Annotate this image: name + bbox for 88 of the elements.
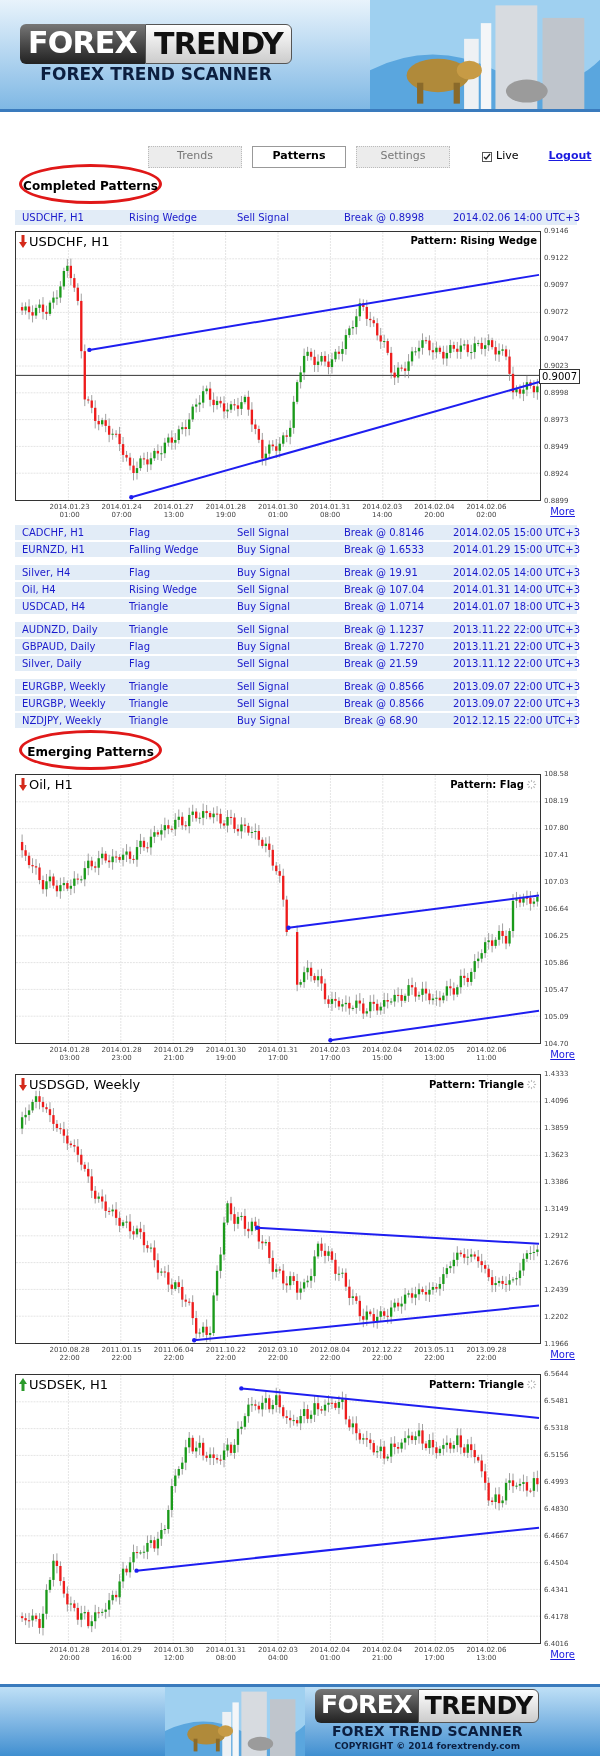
signal-text: Sell Signal xyxy=(237,680,290,694)
signal-text: Buy Signal xyxy=(237,640,291,654)
signal-text: Sell Signal xyxy=(237,697,290,711)
pattern-text: Flag xyxy=(129,657,151,671)
break-text: Break @ 0.8146 xyxy=(344,526,426,540)
time-text: 2013.09.07 22:00 UTC+3 xyxy=(453,680,580,694)
symbol-text: CADCHF, H1 xyxy=(22,526,86,540)
logo-word: FOREX xyxy=(315,1689,418,1723)
time-text: 2014.01.31 14:00 UTC+3 xyxy=(453,583,580,597)
symbol-text: AUDNZD, Daily xyxy=(22,623,99,637)
break-text: Break @ 1.0714 xyxy=(344,600,426,614)
signal-text: Buy Signal xyxy=(237,566,291,580)
more-link[interactable]: More xyxy=(550,1047,575,1062)
pattern-text: Flag xyxy=(129,526,151,540)
signal-text: Sell Signal xyxy=(237,623,290,637)
pattern-text: Triangle xyxy=(129,697,170,711)
pattern-text: Triangle xyxy=(129,600,170,614)
symbol-text: EURGBP, Weekly xyxy=(22,697,107,711)
time-text: 2013.11.12 22:00 UTC+3 xyxy=(453,657,580,671)
pattern-text: Rising Wedge xyxy=(129,583,198,597)
logo-tagline: FOREX TREND SCANNER xyxy=(40,63,272,85)
time-text: 2013.11.21 22:00 UTC+3 xyxy=(453,640,580,654)
pattern-label: Pattern: Flag xyxy=(450,779,524,790)
logo-word: TRENDY xyxy=(417,1689,540,1723)
time-text: 2014.02.05 15:00 UTC+3 xyxy=(453,526,580,540)
break-text: Break @ 19.91 xyxy=(344,566,419,580)
symbol-text: USDCHF, H1 xyxy=(22,211,85,225)
time-text: 2014.01.07 18:00 UTC+3 xyxy=(453,600,580,614)
pattern-label: Pattern: Rising Wedge xyxy=(410,236,537,246)
break-text: Break @ 107.04 xyxy=(344,583,426,597)
section-heading: Completed Patterns xyxy=(23,178,158,195)
time-text: 2014.02.05 14:00 UTC+3 xyxy=(453,566,580,580)
more-link[interactable]: More xyxy=(550,1647,575,1662)
logo-word: TRENDY xyxy=(145,24,293,64)
chart-title: Oil, H1 xyxy=(29,778,73,791)
break-text: Break @ 21.59 xyxy=(344,657,419,671)
symbol-text: Silver, Daily xyxy=(22,657,83,671)
live-label: Live xyxy=(496,148,519,165)
pattern-text: Triangle xyxy=(129,623,170,637)
signal-text: Sell Signal xyxy=(237,657,290,671)
symbol-text: Silver, H4 xyxy=(22,566,72,580)
break-text: Break @ 0.8566 xyxy=(344,697,426,711)
nav-tab[interactable]: Trends xyxy=(148,145,242,168)
pattern-text: Rising Wedge xyxy=(129,211,198,225)
break-text: Break @ 1.6533 xyxy=(344,543,426,557)
pattern-text: Flag xyxy=(129,566,151,580)
pattern-text: Flag xyxy=(129,640,151,654)
symbol-text: EURNZD, H1 xyxy=(22,543,86,557)
live-checkbox[interactable] xyxy=(482,151,492,162)
pattern-label: Pattern: Triangle xyxy=(429,1379,524,1390)
logo-word: FOREX xyxy=(20,24,145,64)
symbol-text: USDCAD, H4 xyxy=(22,600,87,614)
signal-text: Sell Signal xyxy=(237,583,290,597)
pattern-label: Pattern: Triangle xyxy=(429,1079,524,1090)
break-text: Break @ 0.8566 xyxy=(344,680,426,694)
time-text: 2014.01.29 15:00 UTC+3 xyxy=(453,543,580,557)
chart-title: USDSEK, H1 xyxy=(29,1378,109,1391)
symbol-text: EURGBP, Weekly xyxy=(22,680,107,694)
symbol-text: Oil, H4 xyxy=(22,583,57,597)
time-text: 2013.09.07 22:00 UTC+3 xyxy=(453,697,580,711)
break-text: Break @ 0.8998 xyxy=(344,211,426,225)
chart-title: USDSGD, Weekly xyxy=(29,1078,141,1091)
break-text: Break @ 68.90 xyxy=(344,714,419,728)
signal-text: Buy Signal xyxy=(237,600,291,614)
time-text: 2014.02.06 14:00 UTC+3 xyxy=(453,211,580,225)
nav-tab[interactable]: Patterns xyxy=(252,145,346,168)
more-link[interactable]: More xyxy=(550,1347,575,1362)
price-tag: 0.9007 xyxy=(539,369,580,384)
symbol-text: NZDJPY, Weekly xyxy=(22,714,103,728)
more-link[interactable]: More xyxy=(550,504,575,519)
section-heading: Emerging Patterns xyxy=(27,744,154,761)
pattern-text: Triangle xyxy=(129,680,170,694)
break-text: Break @ 1.7270 xyxy=(344,640,426,654)
signal-text: Sell Signal xyxy=(237,211,290,225)
logout-link[interactable]: Logout xyxy=(548,148,592,165)
time-text: 2013.11.22 22:00 UTC+3 xyxy=(453,623,580,637)
pattern-text: Falling Wedge xyxy=(129,543,200,557)
pattern-text: Triangle xyxy=(129,714,170,728)
signal-text: Buy Signal xyxy=(237,543,291,557)
copyright-text: COPYRIGHT © 2014 forextrendy.com xyxy=(334,1740,521,1754)
nav-tab[interactable]: Settings xyxy=(356,145,450,168)
time-text: 2012.12.15 22:00 UTC+3 xyxy=(453,714,580,728)
symbol-text: GBPAUD, Daily xyxy=(22,640,97,654)
chart-title: USDCHF, H1 xyxy=(29,235,110,248)
signal-text: Buy Signal xyxy=(237,714,291,728)
break-text: Break @ 1.1237 xyxy=(344,623,426,637)
logo-tagline: FOREX TREND SCANNER xyxy=(331,1722,523,1741)
signal-text: Sell Signal xyxy=(237,526,290,540)
